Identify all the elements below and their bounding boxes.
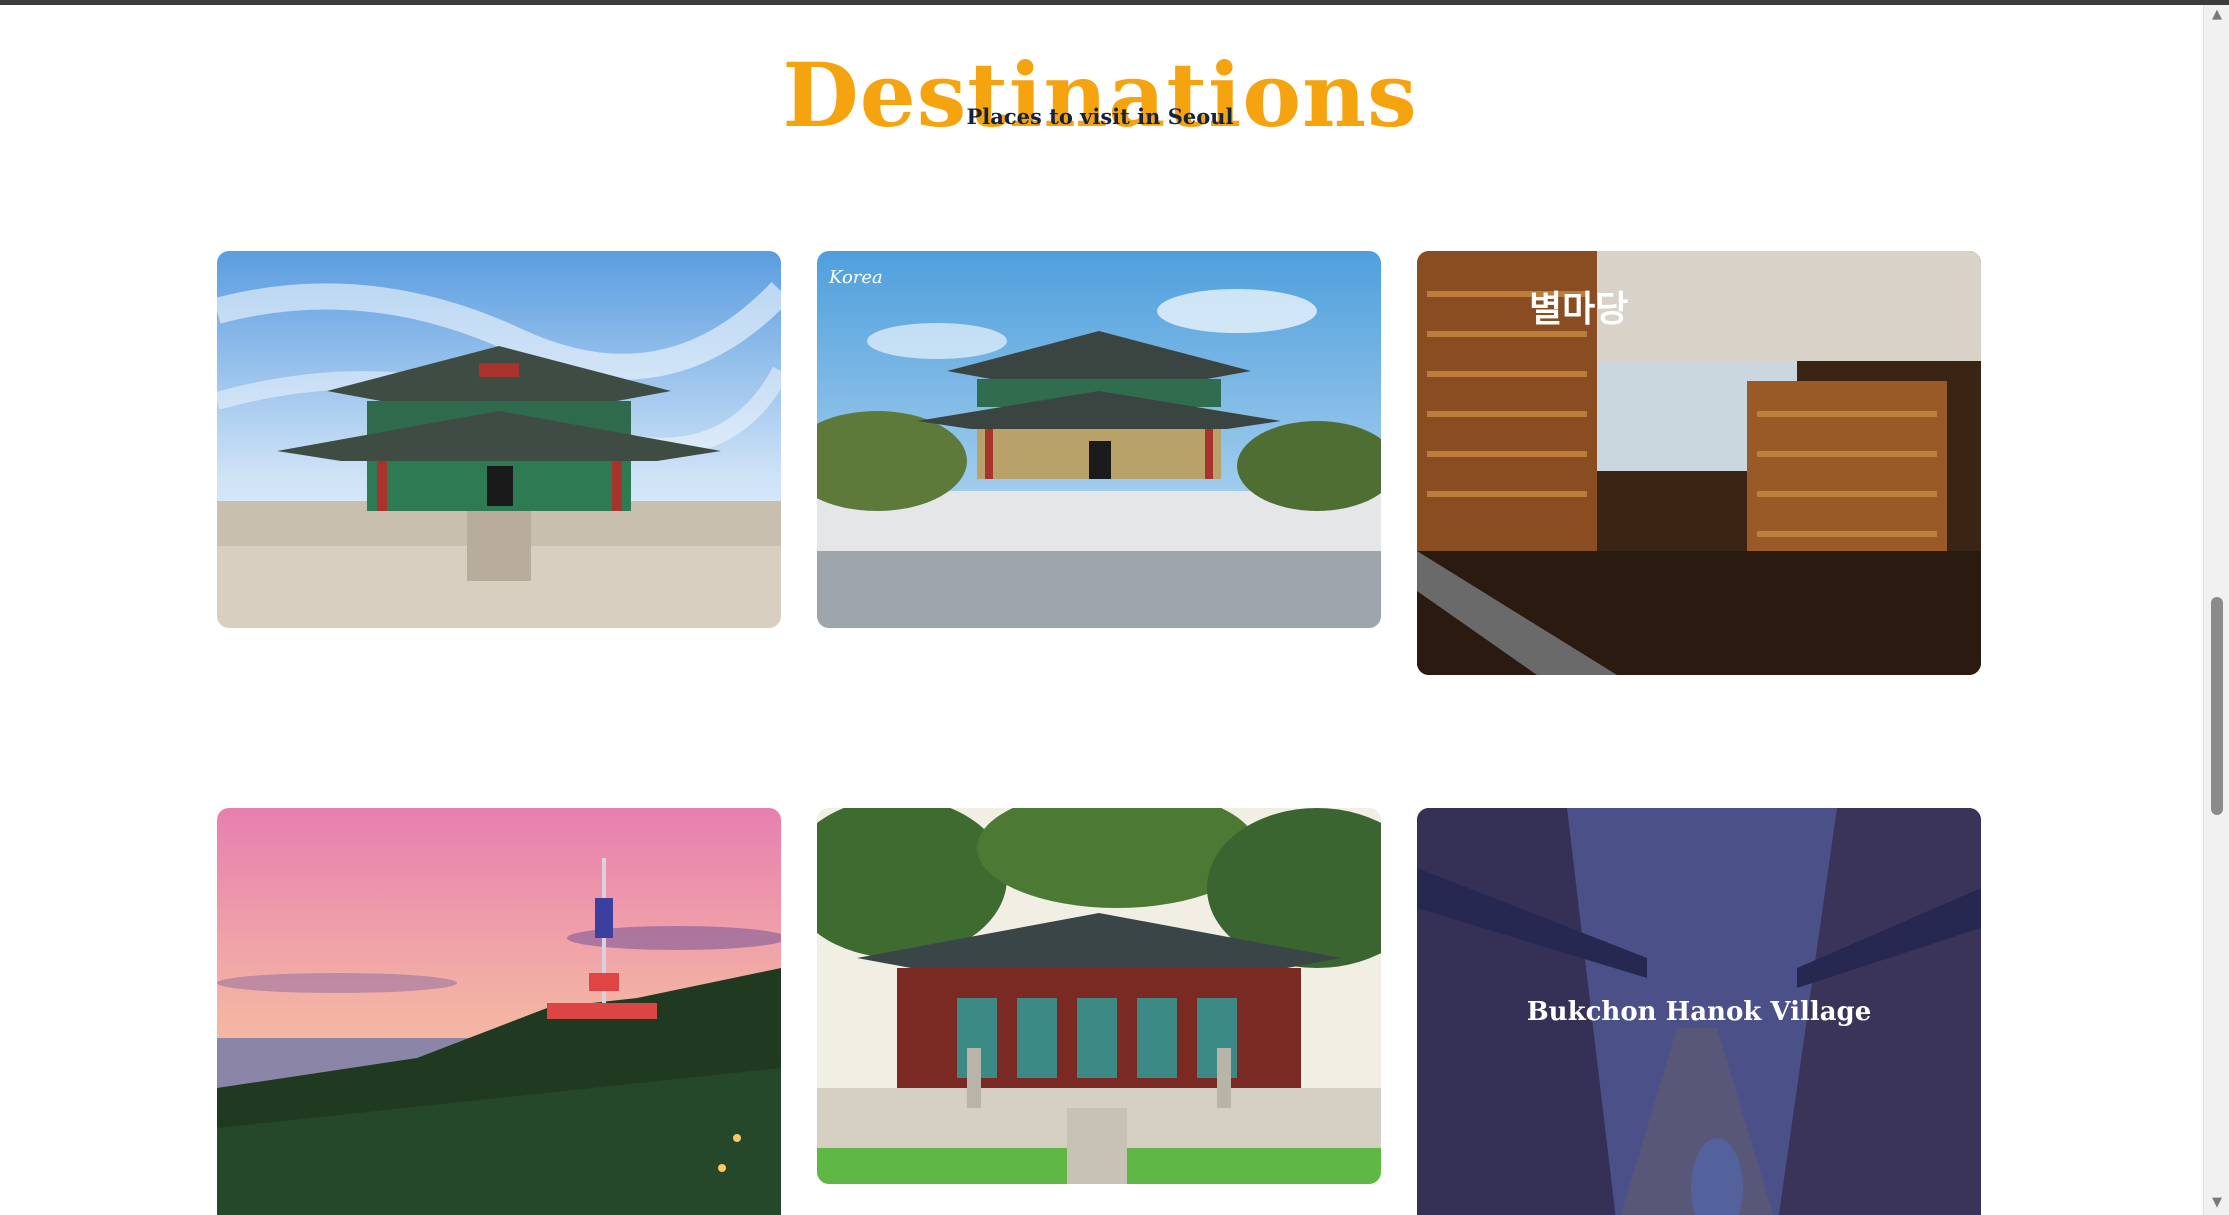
triangle-down-icon[interactable]: ▼	[2204, 1193, 2229, 1213]
window-top-border	[0, 0, 2229, 5]
korea-watermark: Korea	[828, 267, 883, 288]
palace-hall-image	[217, 251, 781, 628]
destination-card-6[interactable]: Bukchon Hanok Village	[1417, 808, 1981, 1215]
temple-image	[817, 808, 1381, 1184]
card-hover-overlay: Bukchon Hanok Village	[1417, 808, 1981, 1215]
library-sign: 별마당	[1529, 289, 1628, 330]
destination-card-1[interactable]	[217, 251, 781, 628]
palace-courtyard-image: Korea	[817, 251, 1381, 628]
card-caption: Bukchon Hanok Village	[1526, 997, 1872, 1027]
page-subtitle: Places to visit in Seoul	[966, 104, 1234, 129]
scrollbar-thumb[interactable]	[2211, 597, 2223, 815]
destination-card-3[interactable]: 별마당	[1417, 251, 1981, 675]
destination-card-5[interactable]	[817, 808, 1381, 1184]
library-image: 별마당	[1417, 251, 1981, 675]
destination-card-4[interactable]	[217, 808, 781, 1215]
triangle-up-icon[interactable]: ▲	[2204, 5, 2229, 25]
vertical-scrollbar[interactable]: ▲ ▼	[2203, 5, 2229, 1215]
destination-card-2[interactable]: Korea	[817, 251, 1381, 628]
tower-sunset-image	[217, 808, 781, 1215]
